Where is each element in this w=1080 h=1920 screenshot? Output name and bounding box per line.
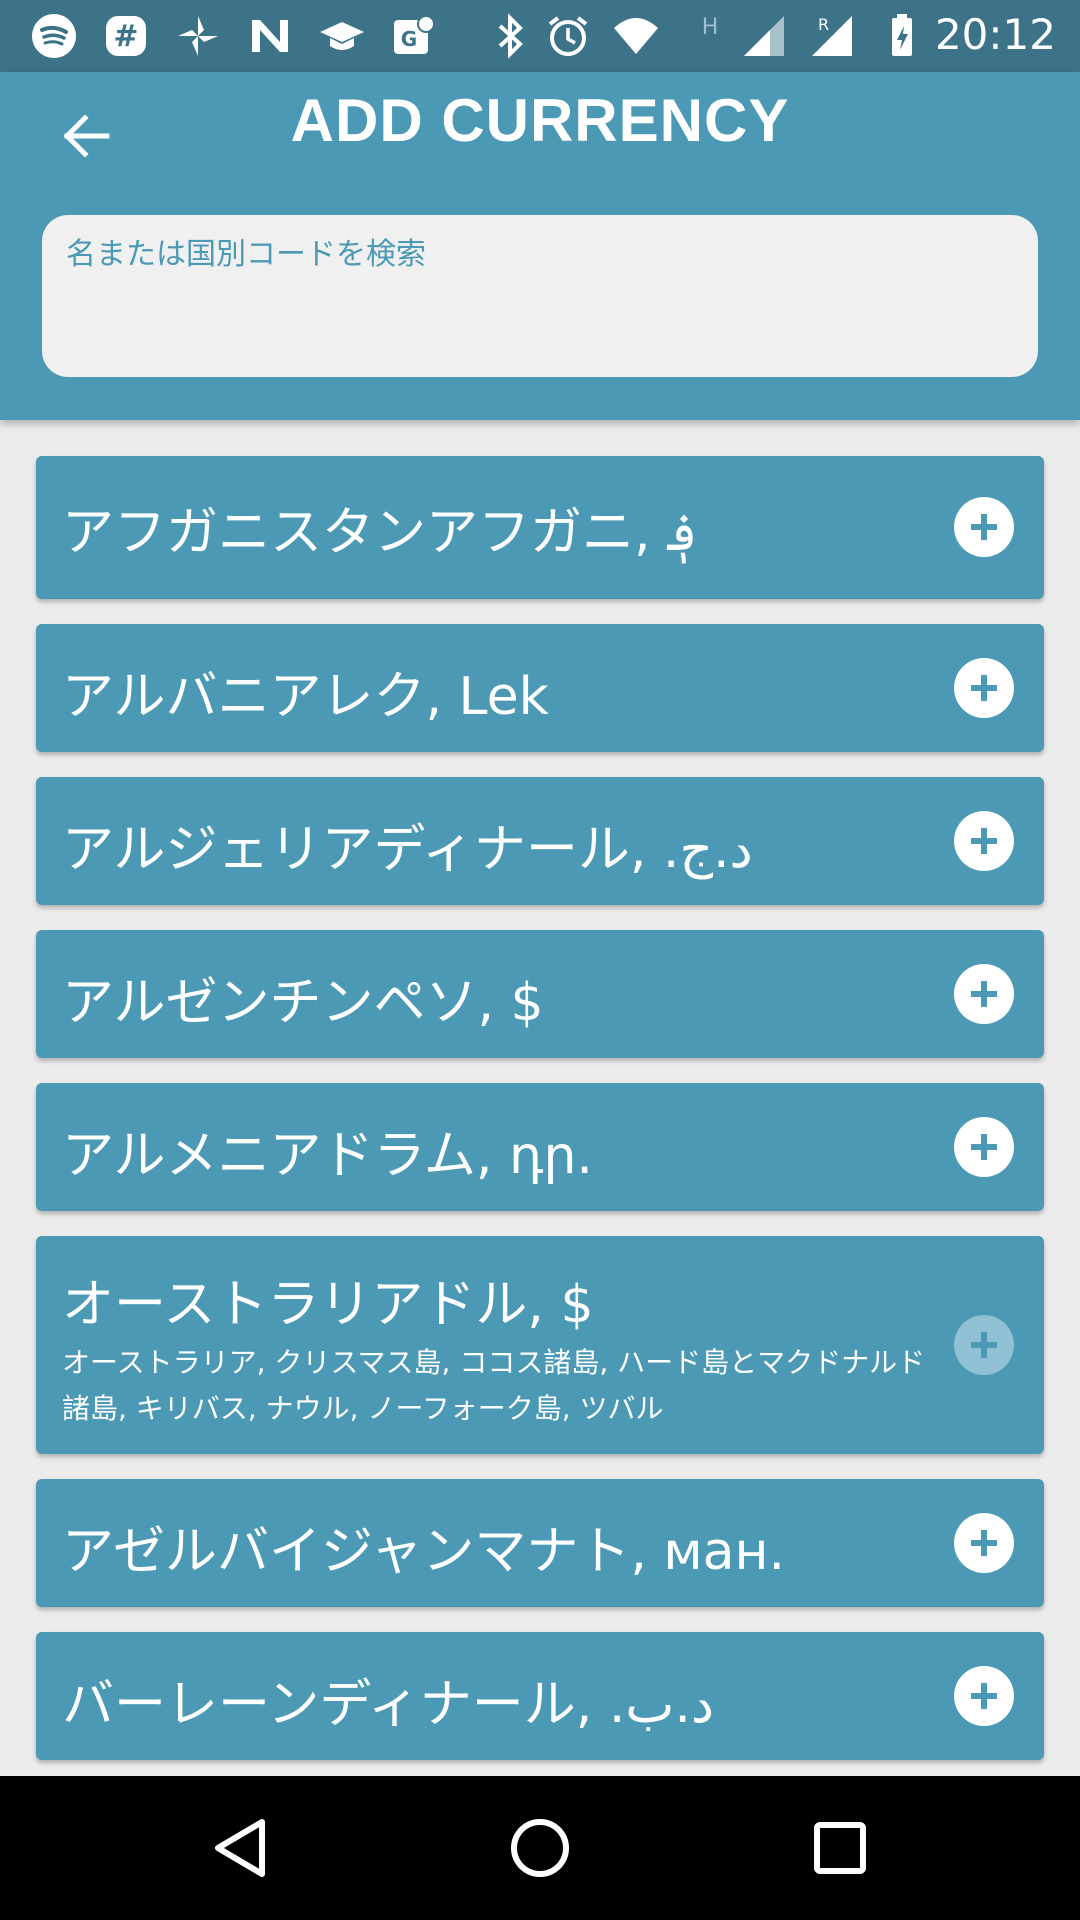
search-box[interactable] (42, 215, 1038, 377)
nav-recents-button[interactable] (790, 1798, 890, 1898)
bluetooth-icon (486, 12, 534, 60)
list-item[interactable]: アルゼンチンペソ, $ (36, 930, 1044, 1058)
app-bar: ADD CURRENCY (0, 72, 1080, 420)
list-item[interactable]: アゼルバイジャンマナト, ман. (36, 1479, 1044, 1607)
svg-text:G: G (401, 27, 417, 51)
add-currency-button[interactable] (954, 658, 1014, 718)
list-item[interactable]: バーレーンディナール, .د.ب (36, 1632, 1044, 1760)
plus-icon (971, 675, 997, 701)
status-bar: # G H R 20:12 (0, 0, 1080, 72)
recents-square-icon (814, 1822, 866, 1874)
add-currency-button[interactable] (954, 964, 1014, 1024)
search-input[interactable] (42, 215, 1038, 377)
page-title: ADD CURRENCY (290, 87, 790, 154)
list-item[interactable]: オーストラリアドル, $ オーストラリア, クリスマス島, ココス諸島, ハード… (36, 1236, 1044, 1454)
list-item[interactable]: アルジェリアディナール, .د.ج (36, 777, 1044, 905)
currency-label: アルゼンチンペソ, $ (62, 973, 544, 1033)
currency-label: アルバニアレク, Lek (62, 667, 549, 727)
list-item[interactable]: アフガニスタンアフガニ, ؋ (36, 456, 1044, 599)
currency-list: アフガニスタンアフガニ, ؋ アルバニアレク, Lek アルジェリアディナール,… (0, 420, 1080, 1775)
plus-icon (971, 828, 997, 854)
nav-back-button[interactable] (190, 1798, 290, 1898)
currency-label: アフガニスタンアフガニ, ؋ (62, 503, 698, 563)
nav-home-button[interactable] (490, 1798, 590, 1898)
add-currency-button[interactable] (954, 1513, 1014, 1573)
plus-icon (971, 1134, 997, 1160)
currency-label: アゼルバイジャンマナト, ман. (62, 1522, 786, 1582)
add-currency-button[interactable] (954, 811, 1014, 871)
currency-countries: オーストラリア, クリスマス島, ココス諸島, ハード島とマクドナルド諸島, キ… (62, 1346, 926, 1425)
status-time: 20:12 (934, 10, 1056, 59)
currency-label: オーストラリアドル, $ (62, 1275, 594, 1335)
svg-text:H: H (702, 15, 719, 40)
pinwheel-icon (174, 12, 222, 60)
plus-icon (971, 1332, 997, 1358)
graduation-cap-icon (318, 12, 366, 60)
add-currency-button[interactable] (954, 497, 1014, 557)
maps-icon: G (390, 12, 438, 60)
currency-label: バーレーンディナール, .د.ب (62, 1675, 714, 1735)
home-circle-icon (511, 1819, 569, 1877)
svg-text:#: # (113, 19, 138, 54)
navigation-bar (0, 1776, 1080, 1920)
svg-text:R: R (818, 15, 829, 34)
plus-icon (971, 1683, 997, 1709)
slack-icon: # (102, 12, 150, 60)
currency-label: アルジェリアディナール, .د.ج (62, 820, 753, 880)
add-currency-button[interactable] (954, 1117, 1014, 1177)
plus-icon (971, 514, 997, 540)
add-currency-button[interactable] (954, 1315, 1014, 1375)
plus-icon (971, 1530, 997, 1556)
h-signal-icon: H (686, 12, 734, 60)
spotify-icon (30, 12, 78, 60)
battery-icon (878, 12, 926, 60)
currency-label: アルメニアドラム, դր. (62, 1126, 593, 1186)
add-currency-button[interactable] (954, 1666, 1014, 1726)
n-app-icon (246, 12, 294, 60)
alarm-icon (544, 12, 592, 60)
list-item[interactable]: アルバニアレク, Lek (36, 624, 1044, 752)
cell-signal-icon (740, 12, 788, 60)
roaming-signal-icon: R (808, 12, 856, 60)
back-triangle-icon (215, 1819, 265, 1877)
list-item[interactable]: アルメニアドラム, դր. (36, 1083, 1044, 1211)
plus-icon (971, 981, 997, 1007)
wifi-icon (612, 12, 660, 60)
